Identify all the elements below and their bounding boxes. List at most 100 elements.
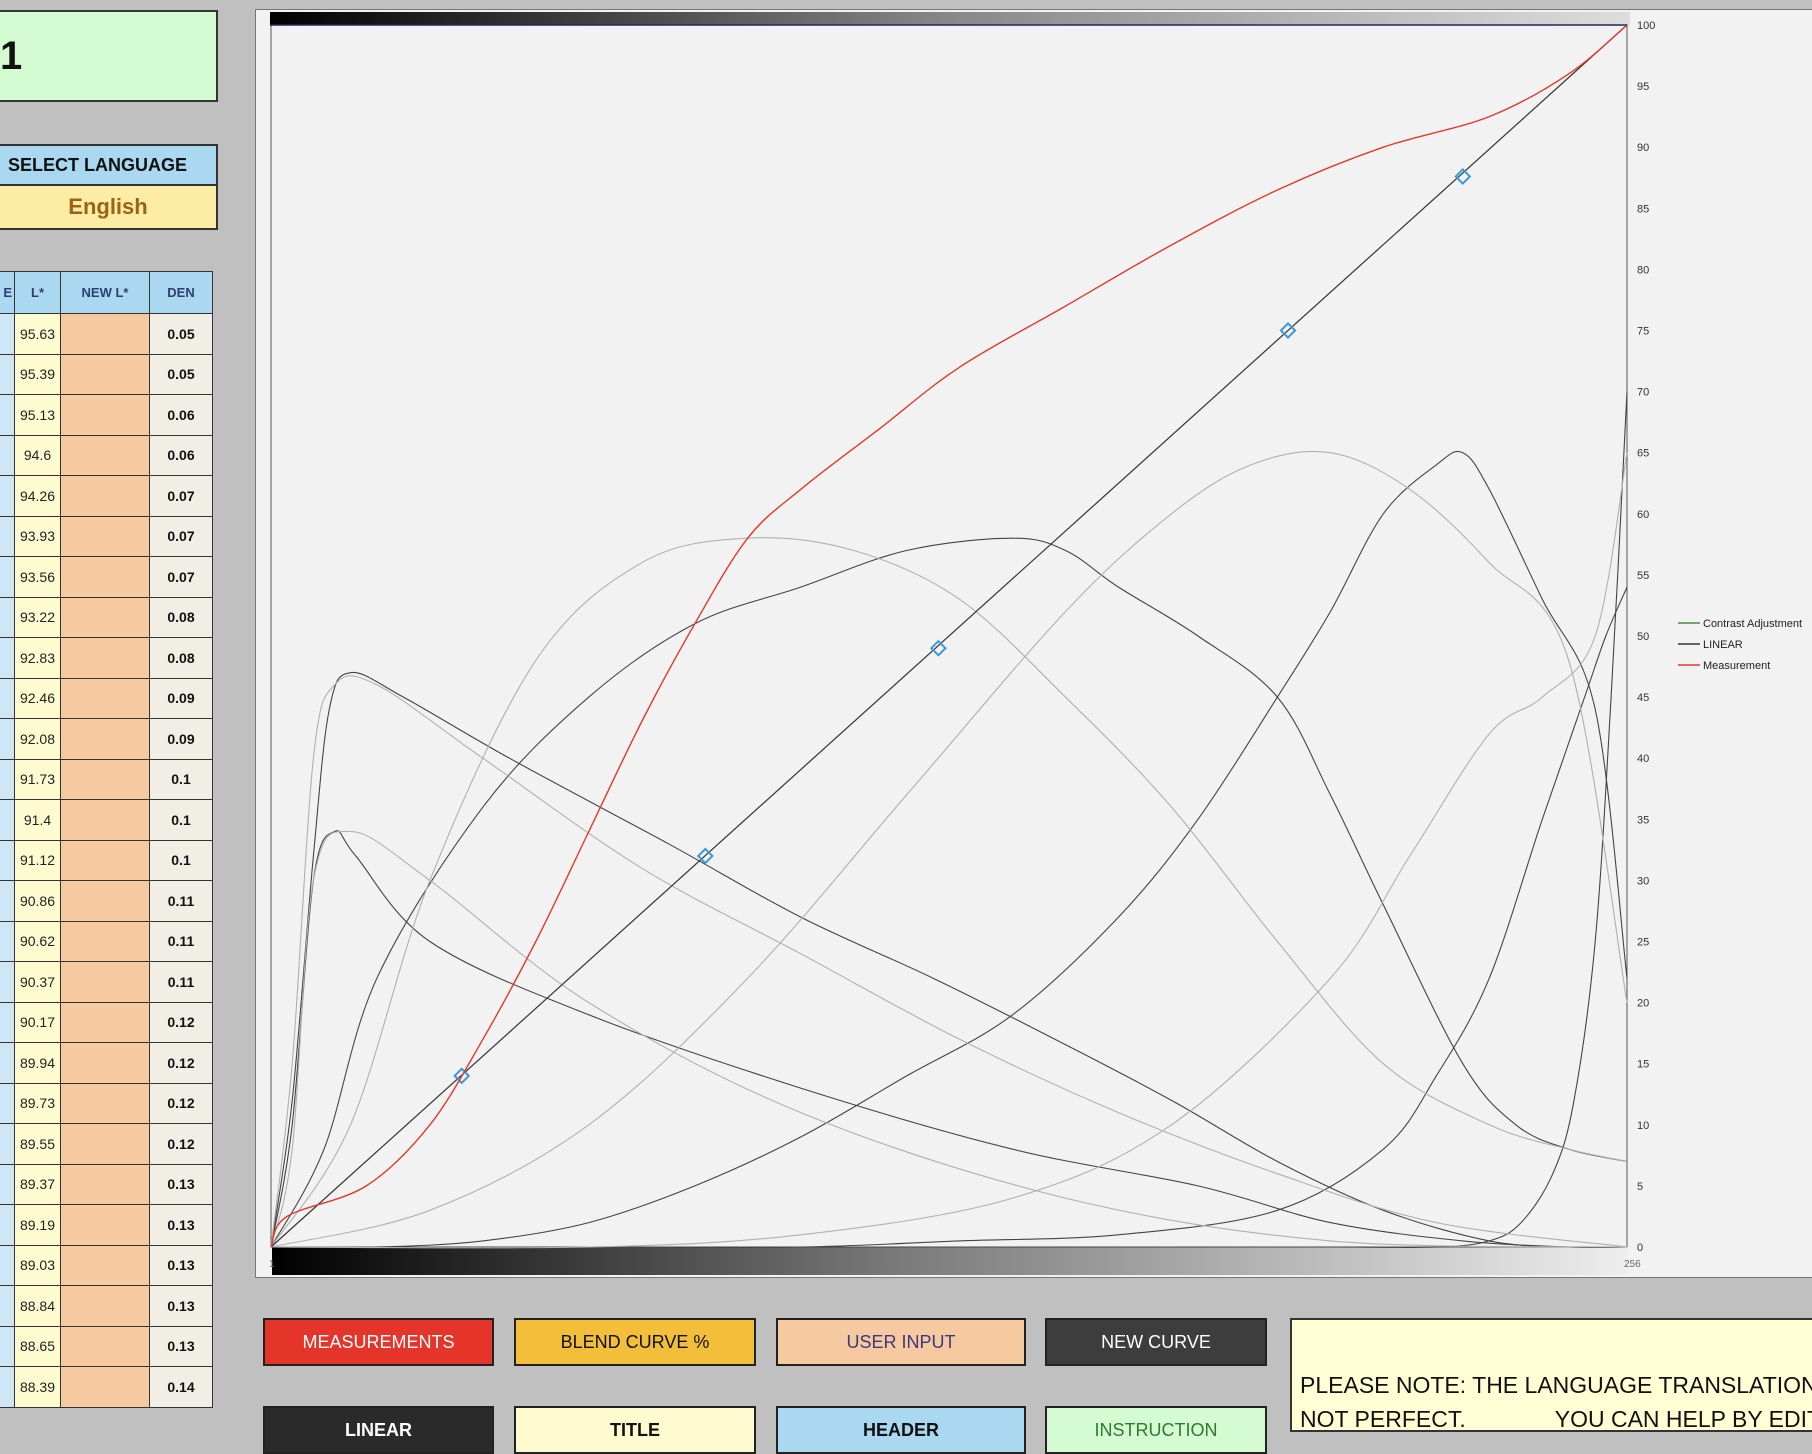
den-cell[interactable]: 0.05 [149, 313, 213, 355]
new-lstar-input[interactable] [60, 637, 150, 679]
new-lstar-input[interactable] [60, 313, 150, 355]
user-input-swatch[interactable]: USER INPUT [776, 1318, 1026, 1366]
den-cell[interactable]: 0.07 [149, 556, 213, 598]
color-cell [0, 1042, 15, 1084]
language-select[interactable]: English [0, 186, 218, 230]
lstar-cell[interactable]: 92.46 [14, 677, 61, 719]
linear-swatch[interactable]: LINEAR [263, 1406, 494, 1454]
y-tick-label: 25 [1637, 937, 1649, 949]
den-cell[interactable]: 0.06 [149, 394, 213, 436]
den-cell[interactable]: 0.1 [149, 758, 213, 800]
instruction-swatch[interactable]: INSTRUCTION [1045, 1406, 1267, 1454]
den-cell[interactable]: 0.12 [149, 1123, 213, 1165]
new-lstar-input[interactable] [60, 434, 150, 476]
lstar-cell[interactable]: 95.39 [14, 353, 61, 395]
new-lstar-input[interactable] [60, 1082, 150, 1124]
table-row: 92.08 0.09 [0, 718, 213, 760]
lstar-cell[interactable]: 90.86 [14, 880, 61, 922]
new-lstar-input[interactable] [60, 839, 150, 881]
new-lstar-input[interactable] [60, 920, 150, 962]
header-swatch[interactable]: HEADER [776, 1406, 1026, 1454]
table-row: 93.93 0.07 [0, 515, 213, 557]
lstar-cell[interactable]: 89.73 [14, 1082, 61, 1124]
table-row: 91.73 0.1 [0, 758, 213, 800]
new-lstar-input[interactable] [60, 1325, 150, 1367]
lstar-cell[interactable]: 89.19 [14, 1204, 61, 1246]
lstar-cell[interactable]: 94.26 [14, 475, 61, 517]
new-lstar-input[interactable] [60, 596, 150, 638]
lstar-cell[interactable]: 89.03 [14, 1244, 61, 1286]
den-cell[interactable]: 0.12 [149, 1042, 213, 1084]
new-lstar-input[interactable] [60, 1204, 150, 1246]
den-cell[interactable]: 0.08 [149, 596, 213, 638]
den-cell[interactable]: 0.09 [149, 718, 213, 760]
title-cell[interactable]: 1 [0, 10, 218, 102]
new-lstar-input[interactable] [60, 1163, 150, 1205]
new-lstar-input[interactable] [60, 758, 150, 800]
measurements-swatch[interactable]: MEASUREMENTS [263, 1318, 494, 1366]
new-lstar-input[interactable] [60, 961, 150, 1003]
den-cell[interactable]: 0.11 [149, 961, 213, 1003]
lstar-cell[interactable]: 94.6 [14, 434, 61, 476]
new-curve-swatch[interactable]: NEW CURVE [1045, 1318, 1267, 1366]
new-lstar-input[interactable] [60, 1123, 150, 1165]
title-swatch[interactable]: TITLE [514, 1406, 756, 1454]
lstar-cell[interactable]: 92.08 [14, 718, 61, 760]
den-cell[interactable]: 0.13 [149, 1325, 213, 1367]
lstar-cell[interactable]: 92.83 [14, 637, 61, 679]
y-tick-label: 45 [1637, 692, 1649, 704]
lstar-cell[interactable]: 93.56 [14, 556, 61, 598]
den-cell[interactable]: 0.14 [149, 1366, 213, 1408]
lstar-cell[interactable]: 91.4 [14, 799, 61, 841]
den-cell[interactable]: 0.13 [149, 1285, 213, 1327]
blend-curve-swatch[interactable]: BLEND CURVE % [514, 1318, 756, 1366]
new-lstar-input[interactable] [60, 394, 150, 436]
den-cell[interactable]: 0.13 [149, 1244, 213, 1286]
new-lstar-input[interactable] [60, 1285, 150, 1327]
den-cell[interactable]: 0.12 [149, 1082, 213, 1124]
lstar-cell[interactable]: 91.12 [14, 839, 61, 881]
lstar-cell[interactable]: 91.73 [14, 758, 61, 800]
new-lstar-input[interactable] [60, 556, 150, 598]
new-lstar-input[interactable] [60, 677, 150, 719]
color-cell [0, 1285, 15, 1327]
col-header-e: E [0, 271, 15, 314]
den-cell[interactable]: 0.07 [149, 475, 213, 517]
new-lstar-input[interactable] [60, 1042, 150, 1084]
den-cell[interactable]: 0.05 [149, 353, 213, 395]
den-cell[interactable]: 0.08 [149, 637, 213, 679]
den-cell[interactable]: 0.13 [149, 1163, 213, 1205]
new-lstar-input[interactable] [60, 353, 150, 395]
den-cell[interactable]: 0.12 [149, 1001, 213, 1043]
den-cell[interactable]: 0.13 [149, 1204, 213, 1246]
new-lstar-input[interactable] [60, 718, 150, 760]
new-lstar-input[interactable] [60, 1244, 150, 1286]
lstar-cell[interactable]: 89.94 [14, 1042, 61, 1084]
den-cell[interactable]: 0.07 [149, 515, 213, 557]
new-lstar-input[interactable] [60, 475, 150, 517]
lstar-cell[interactable]: 95.63 [14, 313, 61, 355]
den-cell[interactable]: 0.1 [149, 839, 213, 881]
lstar-cell[interactable]: 95.13 [14, 394, 61, 436]
den-cell[interactable]: 0.09 [149, 677, 213, 719]
new-lstar-input[interactable] [60, 515, 150, 557]
new-lstar-input[interactable] [60, 799, 150, 841]
new-lstar-input[interactable] [60, 1366, 150, 1408]
new-lstar-input[interactable] [60, 1001, 150, 1043]
table-row: 93.56 0.07 [0, 556, 213, 598]
lstar-cell[interactable]: 90.62 [14, 920, 61, 962]
lstar-cell[interactable]: 89.55 [14, 1123, 61, 1165]
den-cell[interactable]: 0.06 [149, 434, 213, 476]
lstar-cell[interactable]: 93.93 [14, 515, 61, 557]
den-cell[interactable]: 0.1 [149, 799, 213, 841]
lstar-cell[interactable]: 88.65 [14, 1325, 61, 1367]
lstar-cell[interactable]: 88.39 [14, 1366, 61, 1408]
lstar-cell[interactable]: 90.37 [14, 961, 61, 1003]
new-lstar-input[interactable] [60, 880, 150, 922]
lstar-cell[interactable]: 93.22 [14, 596, 61, 638]
lstar-cell[interactable]: 89.37 [14, 1163, 61, 1205]
den-cell[interactable]: 0.11 [149, 920, 213, 962]
lstar-cell[interactable]: 88.84 [14, 1285, 61, 1327]
lstar-cell[interactable]: 90.17 [14, 1001, 61, 1043]
den-cell[interactable]: 0.11 [149, 880, 213, 922]
